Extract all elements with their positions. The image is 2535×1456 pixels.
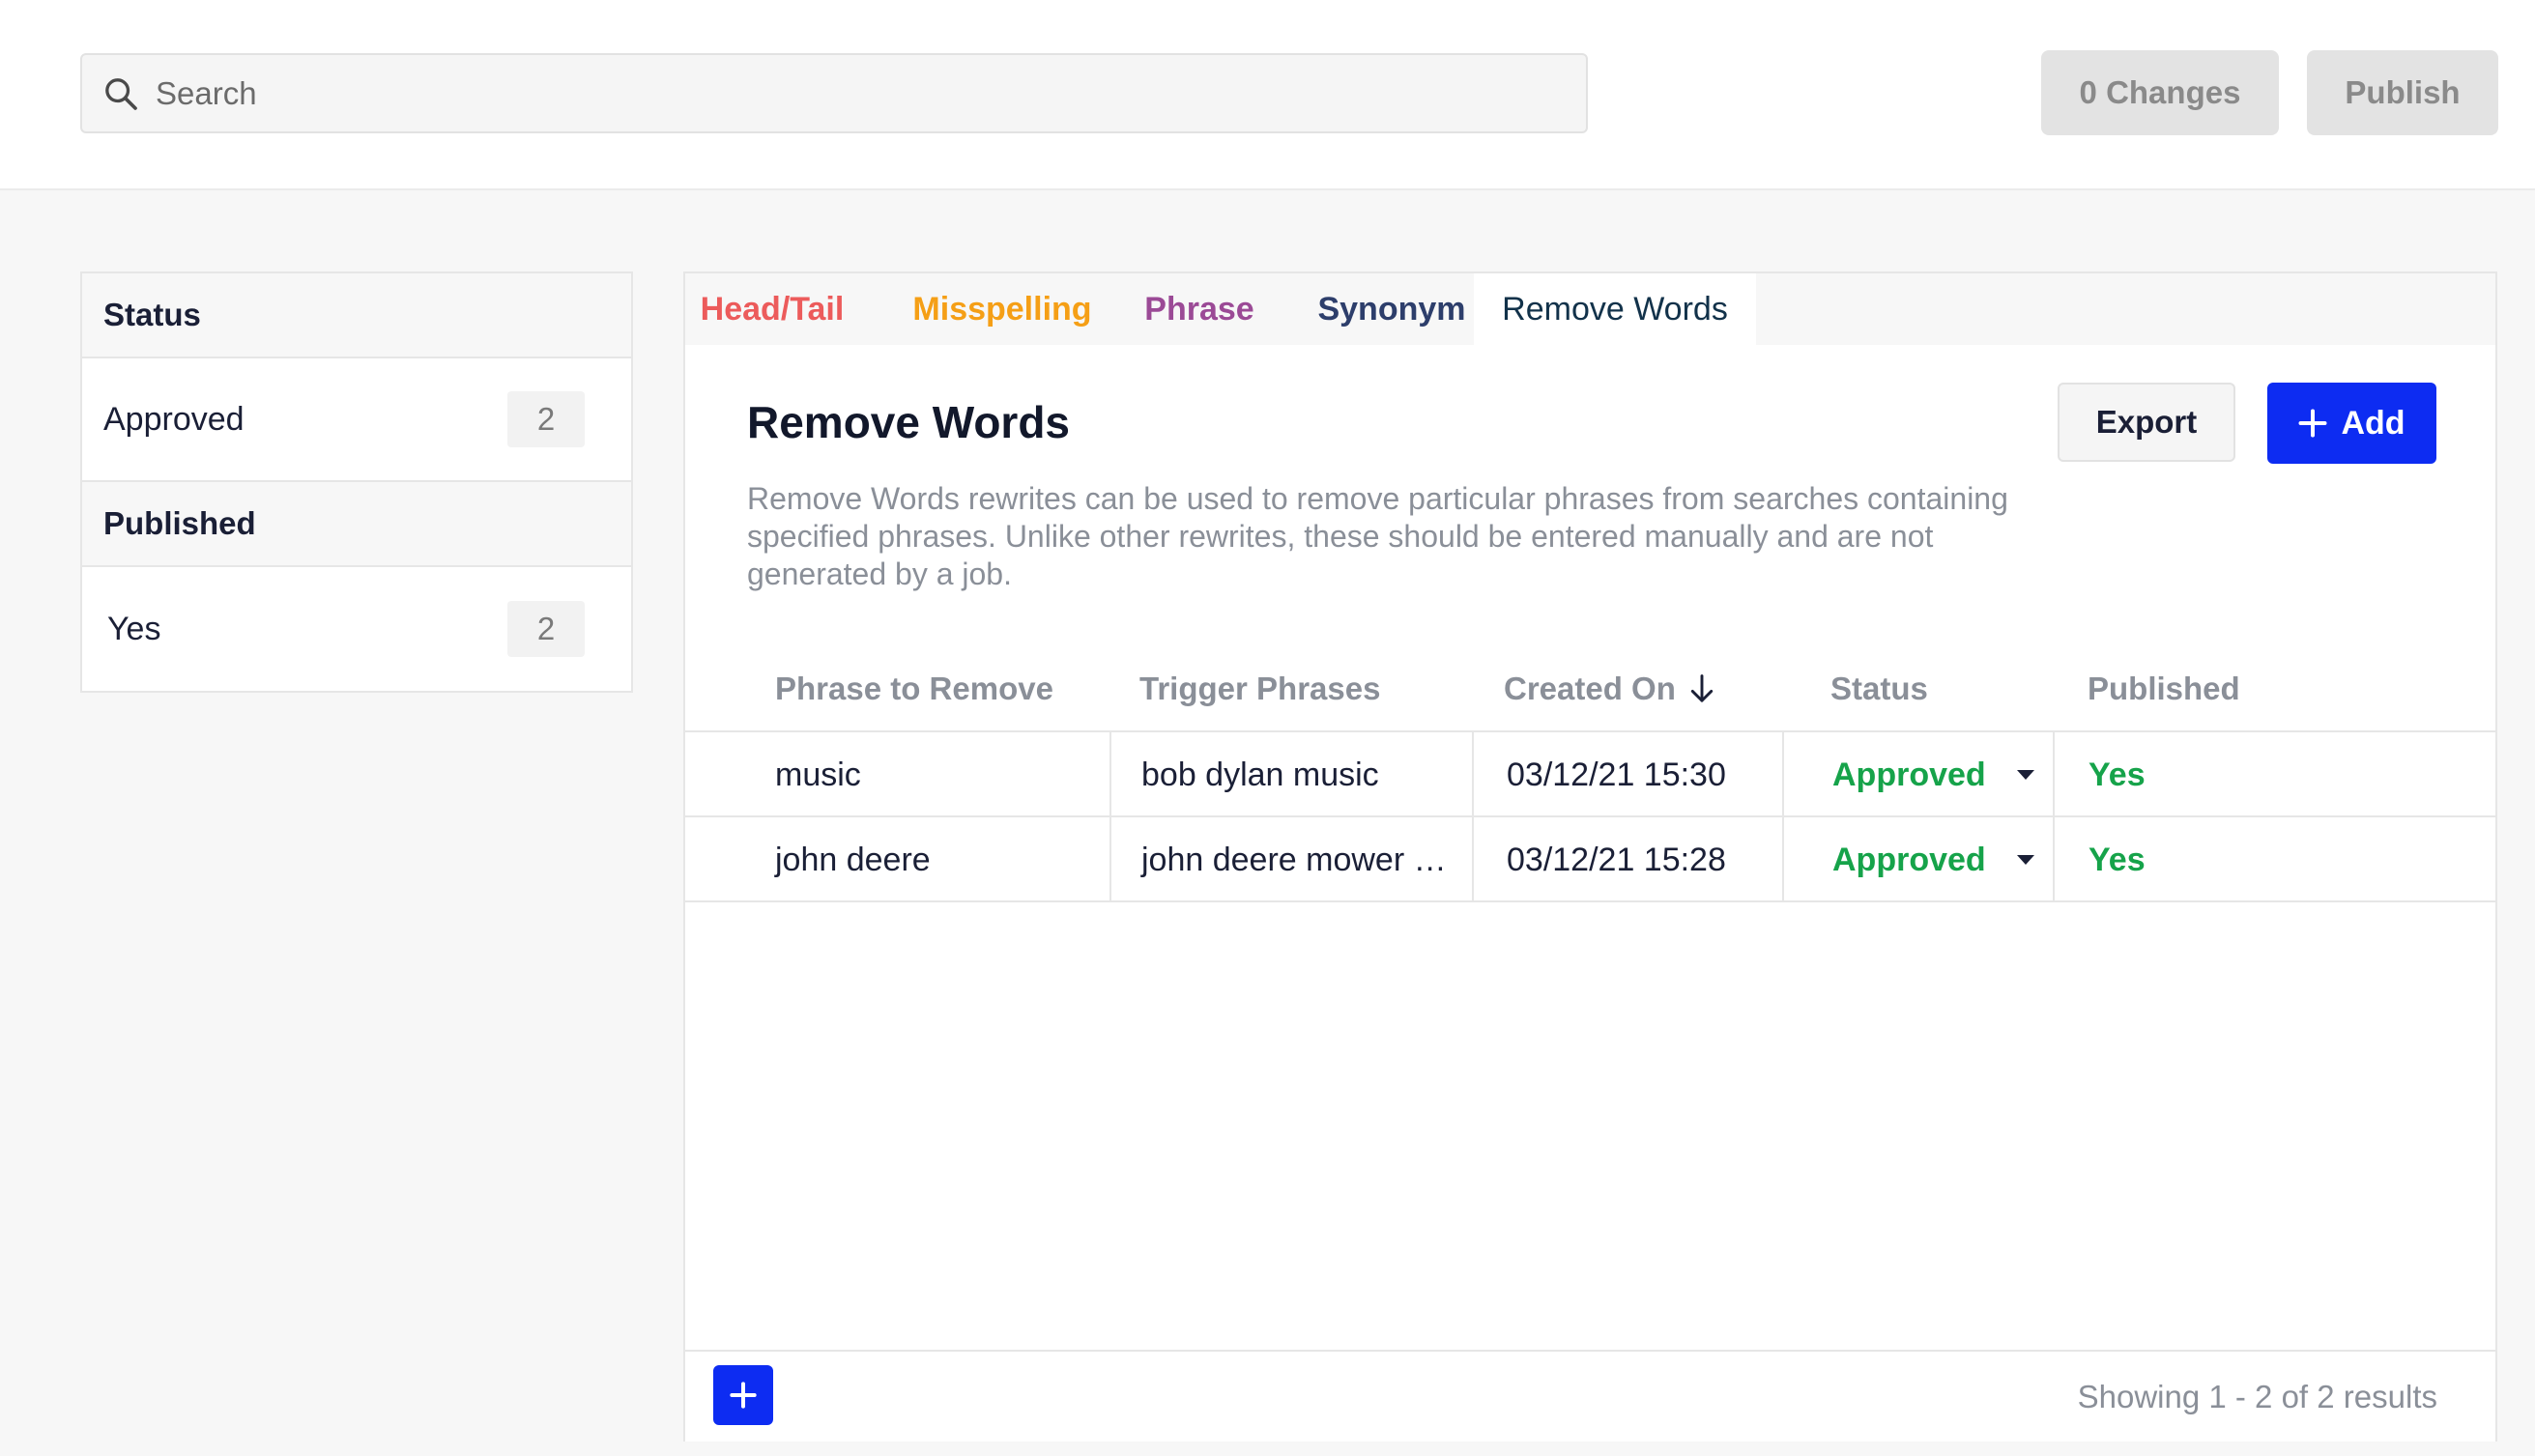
status-dropdown[interactable]: Approved [1832,732,2036,817]
cell-published: Yes [2088,841,2146,878]
table-row[interactable]: music bob dylan music 03/12/21 15:30 App… [685,732,2495,817]
plus-icon [730,1382,757,1409]
cell-divider [2053,732,2055,817]
main-panel: Head/Tail Misspelling Phrase Synonym Rem… [683,271,2497,1442]
tab-phrase[interactable]: Phrase [1138,273,1261,345]
search-input[interactable] [156,55,1586,131]
add-button[interactable]: Add [2267,383,2436,464]
table-header: Phrase to Remove Trigger Phrases Created… [685,645,2495,732]
column-header-published[interactable]: Published [2088,645,2240,732]
search-icon [105,77,137,110]
filter-item-label: Approved [103,400,245,438]
filter-section-title-published: Published [82,482,631,567]
filter-item-approved[interactable]: Approved 2 [82,358,631,482]
cell-divider [1109,732,1111,817]
caret-down-icon [2016,855,2034,865]
filter-section-title-status: Status [82,273,631,358]
add-button-label: Add [2341,404,2405,442]
cell-published: Yes [2088,756,2146,793]
cell-phrase: john deere [775,841,931,878]
cell-divider [1782,732,1784,817]
add-row-button[interactable] [713,1365,773,1425]
cell-trigger: bob dylan music [1141,756,1379,793]
cell-created: 03/12/21 15:28 [1507,841,1726,878]
export-button[interactable]: Export [2058,383,2235,462]
cell-divider [1472,732,1474,817]
changes-button[interactable]: 0 Changes [2041,50,2279,135]
cell-divider [1109,817,1111,902]
filter-count-badge: 2 [507,391,585,447]
tab-remove-words[interactable]: Remove Words [1474,273,1756,345]
cell-divider [1782,817,1784,902]
publish-button[interactable]: Publish [2307,50,2498,135]
page-description: Remove Words rewrites can be used to rem… [747,481,2008,591]
search-box[interactable] [80,53,1588,133]
tab-misspelling[interactable]: Misspelling [906,273,1099,345]
cell-trigger: john deere mower … [1141,841,1447,878]
column-header-created[interactable]: Created On [1504,645,1716,732]
results-count: Showing 1 - 2 of 2 results [2077,1378,2437,1414]
rewrite-tabs: Head/Tail Misspelling Phrase Synonym Rem… [685,273,2495,345]
tab-head-tail[interactable]: Head/Tail [697,273,848,345]
page-title: Remove Words [747,397,1071,447]
filter-sidebar: Status Approved 2 Published Yes 2 [80,271,633,693]
table-footer: Showing 1 - 2 of 2 results [685,1350,2495,1442]
status-value: Approved [1832,841,1986,878]
status-dropdown[interactable]: Approved [1832,817,2036,902]
filter-item-yes[interactable]: Yes 2 [82,567,631,691]
column-header-phrase[interactable]: Phrase to Remove [775,645,1053,732]
column-header-created-label: Created On [1504,671,1676,706]
column-header-trigger[interactable]: Trigger Phrases [1139,645,1380,732]
tab-synonym[interactable]: Synonym [1300,273,1484,345]
cell-divider [1472,817,1474,902]
cell-divider [2053,817,2055,902]
cell-created: 03/12/21 15:30 [1507,756,1726,793]
cell-phrase: music [775,756,861,793]
status-value: Approved [1832,756,1986,793]
top-bar: 0 Changes Publish [0,0,2535,190]
column-header-status[interactable]: Status [1830,645,1928,732]
filter-count-badge: 2 [507,601,585,657]
filter-item-label: Yes [107,610,161,647]
arrow-down-icon [1690,674,1714,702]
table-row[interactable]: john deere john deere mower … 03/12/21 1… [685,817,2495,902]
plus-icon [2298,409,2327,438]
caret-down-icon [2016,770,2034,780]
